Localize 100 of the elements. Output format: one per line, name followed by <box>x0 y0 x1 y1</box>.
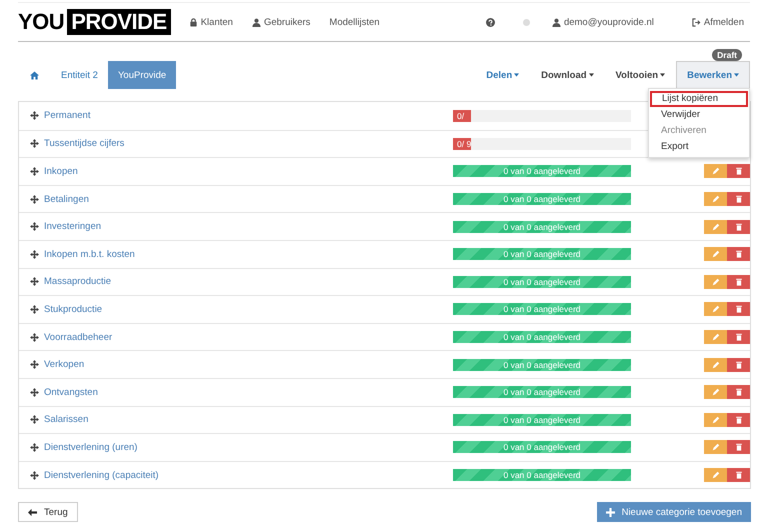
trash-icon <box>734 471 742 480</box>
category-link[interactable]: Salarissen <box>44 414 453 426</box>
progress-label: 0 van 0 aangeleverd <box>502 248 582 260</box>
progress-label: 0/ <box>457 110 464 122</box>
move-icon[interactable] <box>30 388 39 397</box>
delete-button[interactable] <box>727 192 750 206</box>
progress-label: 0 van 0 aangeleverd <box>502 276 582 288</box>
trash-icon <box>734 416 742 424</box>
category-link[interactable]: Inkopen <box>44 166 453 177</box>
category-link[interactable]: Betalingen <box>44 194 453 205</box>
move-icon[interactable] <box>30 139 39 148</box>
logout-link[interactable]: Afmelden <box>692 16 744 28</box>
help-icon[interactable] <box>486 18 495 26</box>
category-link[interactable]: Verkopen <box>44 359 453 370</box>
category-link[interactable]: Voorraadbeheer <box>44 332 453 343</box>
progress-label: 0 van 0 aangeleverd <box>502 414 582 426</box>
nav-link[interactable]: Gebruikers <box>252 16 310 28</box>
user-icon <box>252 18 261 26</box>
progress-label: 0 van 0 aangeleverd <box>502 193 582 206</box>
category-link[interactable]: Dienstverlening (capaciteit) <box>44 470 453 481</box>
progress-label: 0 van 0 aangeleverd <box>502 358 582 371</box>
trash-icon <box>734 333 742 342</box>
progress-label: 0 van 0 aangeleverd <box>502 469 582 482</box>
dropdown-menu-button[interactable]: Download <box>530 61 605 89</box>
caret-icon <box>514 73 520 77</box>
delete-button[interactable] <box>727 412 750 427</box>
move-icon[interactable] <box>30 442 39 452</box>
lock-icon <box>188 18 198 26</box>
pencil-icon <box>712 305 720 314</box>
trash-icon <box>734 360 742 369</box>
progress-label: 0/ 9 <box>457 138 472 150</box>
pencil-icon <box>712 471 720 480</box>
move-icon[interactable] <box>30 360 39 370</box>
plus-icon <box>606 508 615 517</box>
category-link[interactable]: Massaproductie <box>44 276 453 288</box>
pencil-icon <box>712 278 720 286</box>
delete-button[interactable] <box>727 247 750 262</box>
delete-button[interactable] <box>727 358 750 372</box>
category-link[interactable]: Investeringen <box>44 221 453 232</box>
nav-link[interactable]: Modellijsten <box>329 16 380 28</box>
add-category-button[interactable]: Nieuwe categorie toevoegen <box>596 502 751 522</box>
caret-icon <box>660 73 666 77</box>
dropdown-menu-button[interactable]: Bewerken <box>676 61 750 89</box>
move-icon[interactable] <box>30 470 39 480</box>
progress-label: 0 van 0 aangeleverd <box>502 165 582 178</box>
move-icon[interactable] <box>30 250 39 259</box>
category-link[interactable]: Permanent <box>44 110 453 122</box>
delete-button[interactable] <box>727 220 750 234</box>
user-icon <box>552 18 561 26</box>
move-icon[interactable] <box>30 111 39 120</box>
pencil-icon <box>712 360 720 369</box>
delete-button[interactable] <box>727 468 750 482</box>
move-icon[interactable] <box>30 332 39 342</box>
move-icon[interactable] <box>30 415 39 424</box>
menu-item[interactable]: Lijst kopiëren <box>650 91 748 107</box>
tab[interactable]: YouProvide <box>108 61 176 89</box>
progress-label: 0 van 0 aangeleverd <box>502 303 582 316</box>
move-icon[interactable] <box>30 194 39 204</box>
trash-icon <box>734 167 742 176</box>
category-link[interactable]: Inkopen m.b.t. kosten <box>44 248 453 260</box>
logo: YOU PROVIDE <box>18 9 171 35</box>
move-icon[interactable] <box>30 277 39 286</box>
category-link[interactable]: Dienstverlening (uren) <box>44 442 453 453</box>
pencil-icon <box>712 388 720 396</box>
pencil-icon <box>712 333 720 342</box>
move-icon[interactable] <box>30 222 39 232</box>
trash-icon <box>734 305 742 314</box>
status-badge: Draft <box>712 49 742 61</box>
delete-button[interactable] <box>727 164 750 178</box>
delete-button[interactable] <box>727 302 750 316</box>
menu-item[interactable]: Export <box>649 139 749 155</box>
pencil-icon <box>712 443 720 452</box>
pencil-icon <box>712 250 720 258</box>
move-icon[interactable] <box>30 304 39 314</box>
caret-icon <box>734 73 739 77</box>
arrow-left-icon <box>28 508 37 517</box>
pencil-icon <box>712 416 720 424</box>
user-link[interactable]: demo@youprovide.nl <box>552 16 654 28</box>
progress-label: 0 van 0 aangeleverd <box>502 441 582 454</box>
delete-button[interactable] <box>727 385 750 400</box>
dropdown-menu-button[interactable]: Delen <box>475 61 530 89</box>
pencil-icon <box>712 167 720 176</box>
menu-item[interactable]: Verwijder <box>649 107 749 123</box>
nav-link[interactable]: Klanten <box>188 16 233 28</box>
category-link[interactable]: Tussentijdse cijfers <box>44 138 453 150</box>
dropdown-menu-button[interactable]: Voltooien <box>604 61 676 89</box>
move-icon[interactable] <box>30 166 39 176</box>
delete-button[interactable] <box>727 274 750 289</box>
delete-button[interactable] <box>727 330 750 344</box>
back-button[interactable]: Terug <box>18 502 78 522</box>
category-link[interactable]: Stukproductie <box>44 304 453 315</box>
trash-icon <box>734 195 742 204</box>
delete-button[interactable] <box>727 440 750 454</box>
logout-icon <box>692 18 701 26</box>
progress-label: 0 van 0 aangeleverd <box>502 331 582 344</box>
progress-label: 0 van 0 aangeleverd <box>502 220 582 233</box>
tab[interactable]: Entiteit 2 <box>51 61 108 89</box>
category-link[interactable]: Ontvangsten <box>44 386 453 398</box>
trash-icon <box>734 222 742 231</box>
trash-icon <box>734 250 742 258</box>
